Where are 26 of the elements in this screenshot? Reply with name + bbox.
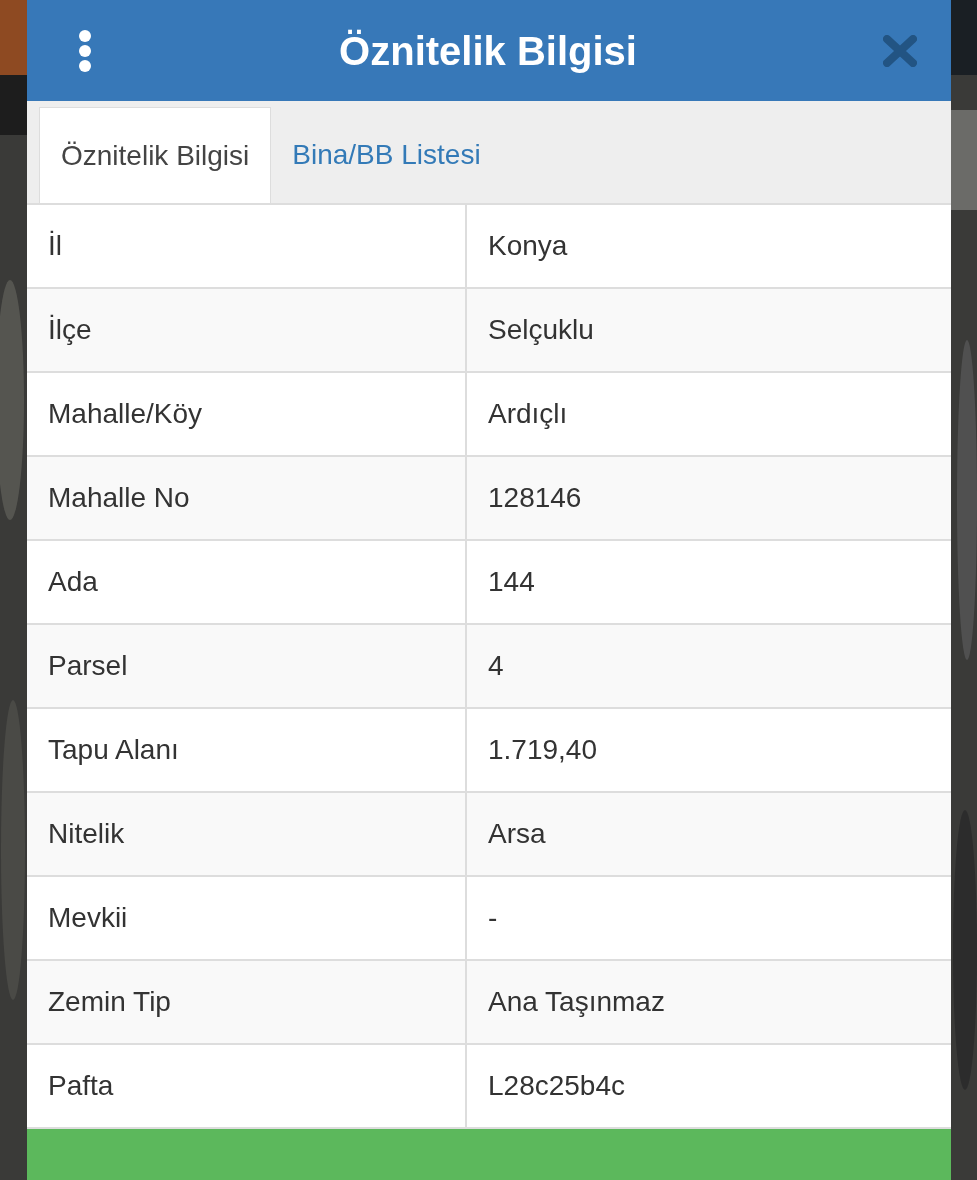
value-cell-text: Konya (487, 229, 568, 263)
value-cell-text: Arsa (487, 817, 546, 851)
value-cell-text: Ana Taşınmaz (487, 985, 665, 1019)
label-cell: Zemin Tip (27, 961, 467, 1043)
value-cell-text: 144 (487, 565, 535, 599)
value-cell-text: Selçuklu (487, 313, 594, 347)
label-cell: İlçe (27, 289, 467, 371)
label-cell: Mahalle No (27, 457, 467, 539)
label-cell: Ada (27, 541, 467, 623)
label-cell: Mahalle/Köy (27, 373, 467, 455)
value-cell-text: L28c25b4c (487, 1069, 625, 1103)
more-icon[interactable] (77, 28, 93, 73)
value-cell-text: - (487, 901, 498, 935)
value-cell-text: 128146 (487, 481, 582, 515)
label-cell: Pafta (27, 1045, 467, 1127)
label-cell: İl (27, 205, 467, 287)
label-cell: Nitelik (27, 793, 467, 875)
value-cell-text: 1.719,40 (487, 733, 597, 767)
tab[interactable]: Öznitelik Bilgisi (39, 107, 272, 203)
value-cell-text: 4 (487, 649, 504, 683)
tab[interactable]: Bina/BB Listesi (271, 107, 502, 203)
dialog-title: Öznitelik Bilgisi (339, 27, 637, 75)
label-cell: Tapu Alanı (27, 709, 467, 791)
label-cell: Parsel (27, 625, 467, 707)
value-cell-text: Ardıçlı (487, 397, 568, 431)
label-cell: Mevkii (27, 877, 467, 959)
